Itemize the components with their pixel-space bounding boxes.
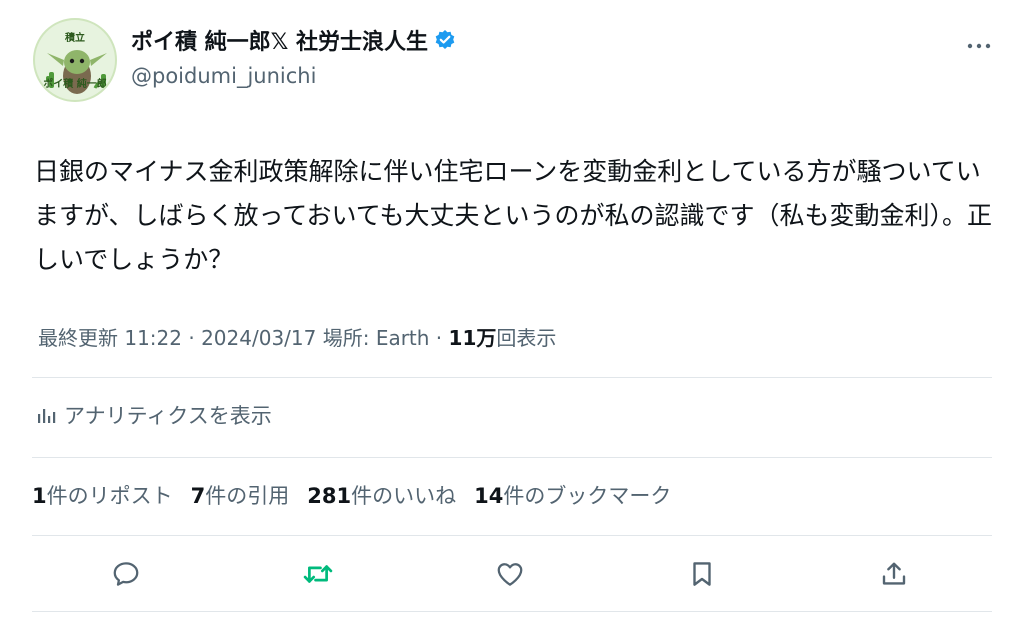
divider xyxy=(32,611,992,612)
views-count: 11万 xyxy=(448,326,497,350)
reply-icon xyxy=(113,562,139,586)
bookmarks-count: 14 xyxy=(474,484,504,508)
bookmark-icon xyxy=(693,562,711,586)
analytics-icon xyxy=(38,409,56,423)
quotes-count: 7 xyxy=(190,484,206,508)
bookmarks-stat[interactable]: 14件のブックマーク xyxy=(474,480,671,510)
quotes-label: 件の引用 xyxy=(205,484,290,508)
bookmark-button[interactable] xyxy=(680,552,724,596)
like-icon xyxy=(497,563,523,586)
more-options-icon[interactable] xyxy=(966,38,992,52)
divider xyxy=(32,535,992,536)
divider xyxy=(32,457,992,458)
share-button[interactable] xyxy=(872,552,916,596)
updated-time[interactable]: 最終更新 11:22 xyxy=(38,326,182,350)
repost-icon xyxy=(303,565,333,583)
tweet-location: 場所: Earth xyxy=(322,326,430,350)
avatar-text-bottom: ポイ積 純一郎 xyxy=(43,79,107,90)
like-button[interactable] xyxy=(488,552,532,596)
engagement-stats: 1件のリポスト 7件の引用 281件のいいね 14件のブックマーク xyxy=(32,480,671,510)
tweet-date[interactable]: 2024/03/17 xyxy=(201,326,316,350)
avatar-text-top: 積立 xyxy=(65,33,85,44)
likes-stat[interactable]: 281件のいいね xyxy=(307,480,456,510)
analytics-label: アナリティクスを表示 xyxy=(64,404,272,428)
tweet-meta: 最終更新 11:22 · 2024/03/17 場所: Earth · 11万回… xyxy=(38,322,556,351)
verified-badge-icon[interactable] xyxy=(434,29,456,51)
bookmarks-label: 件のブックマーク xyxy=(503,484,672,508)
display-name[interactable]: ポイ積 純一郎𝕏 社労士浪人生 xyxy=(131,24,428,56)
likes-label: 件のいいね xyxy=(351,484,457,508)
reposts-count: 1 xyxy=(32,484,47,508)
views-label: 回表示 xyxy=(496,326,557,350)
action-bar xyxy=(0,552,1024,596)
reposts-stat[interactable]: 1件のリポスト xyxy=(32,480,173,510)
view-analytics-link[interactable]: アナリティクスを表示 xyxy=(36,400,272,430)
user-handle[interactable]: @poidumi_junichi xyxy=(131,64,316,88)
meta-separator: · xyxy=(182,326,202,350)
display-name-row[interactable]: ポイ積 純一郎𝕏 社労士浪人生 xyxy=(131,24,456,56)
quotes-stat[interactable]: 7件の引用 xyxy=(191,480,290,510)
share-icon xyxy=(882,562,906,585)
likes-count: 281 xyxy=(307,484,352,508)
reply-button[interactable] xyxy=(104,552,148,596)
avatar[interactable]: 積立 ポイ積 純一郎 xyxy=(33,18,117,102)
repost-button[interactable] xyxy=(296,552,340,596)
meta-separator-2: · xyxy=(429,326,449,350)
tweet-text: 日銀のマイナス金利政策解除に伴い住宅ローンを変動金利としている方が騒ついています… xyxy=(34,157,993,274)
reposts-label: 件のリポスト xyxy=(46,484,173,508)
divider xyxy=(32,377,992,378)
